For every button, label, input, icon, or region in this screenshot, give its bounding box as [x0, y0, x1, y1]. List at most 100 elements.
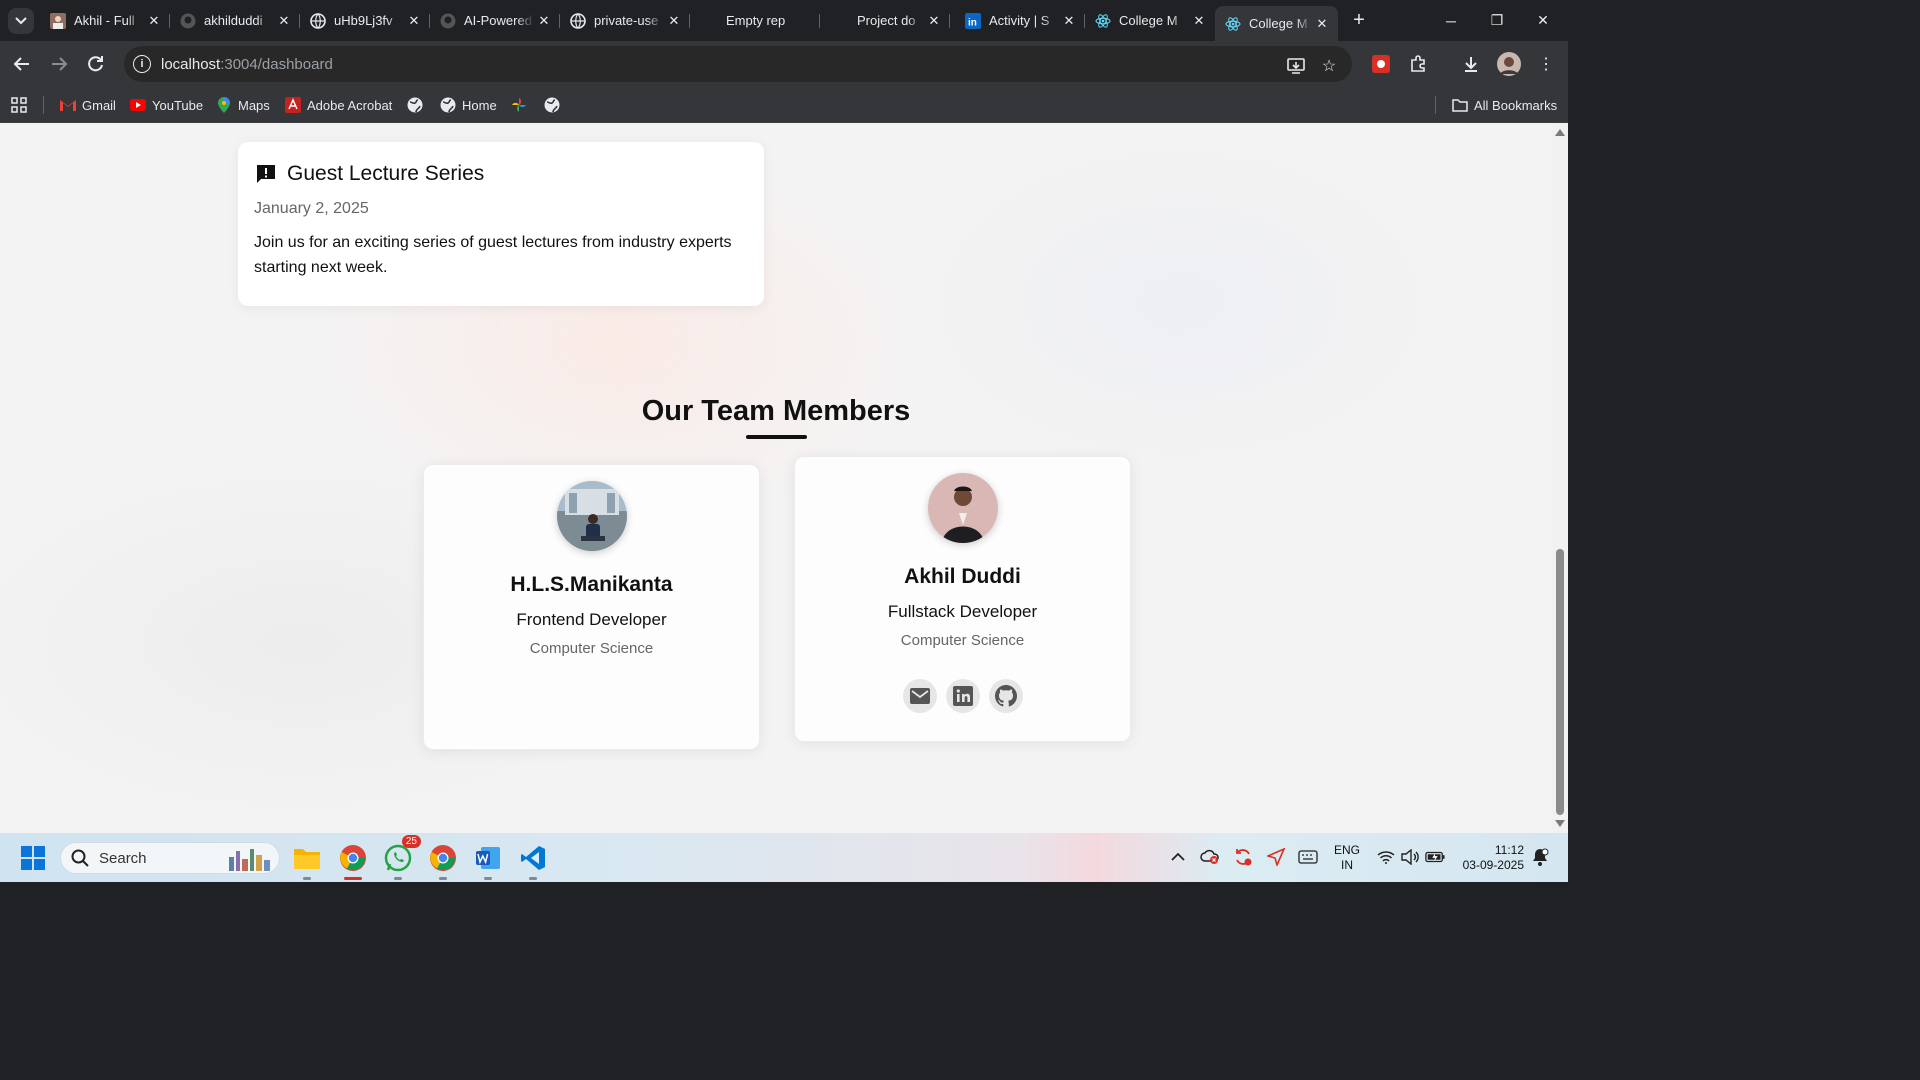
bookmark-gmail[interactable]: Gmail — [60, 94, 116, 116]
bookmarks-bar: Gmail YouTube Maps Adobe Acrobat Home Al… — [0, 87, 1568, 123]
search-icon — [71, 849, 89, 867]
close-icon[interactable]: ✕ — [664, 13, 684, 29]
notification-badge: 25 — [401, 835, 421, 848]
bookmark-maps[interactable]: Maps — [216, 94, 270, 116]
vscode-app[interactable] — [516, 841, 550, 880]
apps-grid-button[interactable] — [11, 94, 27, 116]
start-button[interactable] — [16, 841, 50, 875]
install-app-icon[interactable] — [1286, 56, 1306, 76]
tab-7[interactable]: Project do ✕ — [820, 6, 950, 35]
restore-button[interactable]: ❐ — [1474, 0, 1520, 41]
linkedin-link[interactable] — [945, 679, 980, 713]
email-link[interactable] — [902, 679, 937, 713]
close-window-button[interactable]: ✕ — [1520, 0, 1566, 41]
onedrive-error-icon[interactable] — [1200, 847, 1220, 867]
heading-underline — [746, 435, 807, 439]
bookmark-home[interactable]: Home — [440, 94, 497, 116]
taskbar-search-box[interactable]: Search — [60, 842, 280, 874]
tab-5[interactable]: private-use ✕ — [560, 6, 690, 35]
tab-1[interactable]: Akhil - Full ✕ — [40, 6, 170, 35]
scrollbar-thumb[interactable] — [1556, 549, 1564, 815]
new-tab-button[interactable]: + — [1348, 9, 1370, 31]
member-card-akhil: Akhil Duddi Fullstack Developer Computer… — [794, 456, 1131, 742]
bookmark-pinwheel[interactable] — [511, 94, 533, 116]
tab-4[interactable]: AI-Powered ✕ — [430, 6, 560, 35]
chrome-profile-app[interactable] — [426, 841, 460, 880]
reload-button[interactable] — [82, 50, 110, 78]
sync-icon[interactable] — [1233, 847, 1253, 867]
close-icon[interactable]: ✕ — [924, 13, 944, 29]
volume-icon[interactable] — [1400, 847, 1420, 867]
tab-8[interactable]: in Activity | S ✕ — [955, 6, 1085, 35]
site-info-icon[interactable]: i — [133, 55, 151, 73]
address-bar[interactable]: i localhost:3004/dashboard ☆ — [124, 46, 1352, 82]
globe-icon — [407, 97, 423, 113]
battery-charging-icon[interactable] — [1425, 847, 1445, 867]
tab-title: College M — [1249, 16, 1308, 31]
github-icon — [440, 13, 456, 29]
forward-button[interactable] — [45, 50, 73, 78]
close-icon[interactable]: ✕ — [1312, 16, 1332, 32]
all-bookmarks-label: All Bookmarks — [1474, 97, 1558, 113]
bookmark-label: Gmail — [82, 97, 116, 113]
tab-9[interactable]: College M ✕ — [1085, 6, 1215, 35]
system-clock[interactable]: 11:12 03-09-2025 — [1456, 843, 1524, 873]
downloads-icon[interactable] — [1460, 53, 1482, 75]
tab-6[interactable]: Empty rep — [690, 6, 820, 35]
wifi-icon[interactable] — [1376, 847, 1396, 867]
file-explorer-app[interactable] — [290, 841, 324, 880]
back-button[interactable] — [8, 50, 36, 78]
tab-search-button[interactable] — [8, 8, 34, 34]
youtube-icon — [130, 97, 146, 113]
close-icon[interactable]: ✕ — [404, 13, 424, 29]
bookmark-label: Home — [462, 97, 497, 113]
close-icon[interactable]: ✕ — [274, 13, 294, 29]
menu-kebab-icon[interactable]: ⋮ — [1535, 53, 1557, 75]
bookmark-star-icon[interactable]: ☆ — [1319, 56, 1339, 76]
notifications-icon[interactable] — [1530, 847, 1550, 867]
chrome-app[interactable] — [336, 841, 370, 880]
close-icon[interactable]: ✕ — [1059, 13, 1079, 29]
close-icon[interactable]: ✕ — [534, 13, 554, 29]
all-bookmarks-button[interactable]: All Bookmarks — [1452, 94, 1557, 116]
input-language[interactable]: ENG IN — [1334, 843, 1360, 873]
send-arrow-icon[interactable] — [1266, 847, 1286, 867]
bookmark-youtube[interactable]: YouTube — [130, 94, 203, 116]
tab-title: Akhil - Full — [74, 13, 135, 28]
bookmark-globe-2[interactable] — [544, 94, 566, 116]
tab-2[interactable]: akhilduddi ✕ — [170, 6, 300, 35]
globe-icon — [310, 12, 326, 29]
folder-icon — [294, 849, 320, 869]
browser-toolbar: i localhost:3004/dashboard ☆ ⋮ — [0, 41, 1568, 87]
scroll-down-arrow-icon[interactable] — [1555, 820, 1565, 827]
tab-10-active[interactable]: College M ✕ — [1215, 6, 1338, 41]
extension-red-icon[interactable] — [1370, 53, 1392, 75]
word-app[interactable] — [471, 841, 505, 880]
github-link[interactable] — [988, 679, 1023, 713]
tab-3[interactable]: uHb9Lj3fv ✕ — [300, 6, 430, 35]
word-icon — [476, 847, 500, 869]
scroll-up-arrow-icon[interactable] — [1555, 129, 1565, 136]
close-icon[interactable]: ✕ — [144, 13, 164, 29]
search-label: Search — [99, 849, 147, 867]
bookmark-adobe-acrobat[interactable]: Adobe Acrobat — [285, 94, 392, 116]
bookmark-globe-1[interactable] — [407, 94, 429, 116]
running-indicator — [484, 877, 492, 880]
whatsapp-app[interactable]: 25 — [381, 835, 421, 880]
close-icon[interactable]: ✕ — [1189, 13, 1209, 29]
dashboard-page: Guest Lecture Series January 2, 2025 Joi… — [0, 123, 1552, 833]
arrow-right-icon — [52, 57, 68, 71]
react-icon — [1225, 16, 1241, 32]
keyboard-icon[interactable] — [1298, 847, 1318, 867]
bookmark-label: YouTube — [152, 97, 204, 113]
page-scrollbar[interactable] — [1552, 123, 1568, 833]
minimize-button[interactable]: ─ — [1428, 0, 1474, 41]
chevron-down-icon — [15, 17, 27, 25]
team-heading: Our Team Members — [641, 395, 911, 427]
extensions-puzzle-icon[interactable] — [1407, 53, 1429, 75]
show-hidden-icons-chevron-icon[interactable] — [1168, 847, 1188, 867]
profile-avatar[interactable] — [1497, 52, 1521, 76]
running-indicator — [439, 877, 447, 880]
url-text[interactable]: localhost:3004/dashboard — [161, 56, 333, 73]
bookmark-label: Adobe Acrobat — [307, 97, 393, 113]
